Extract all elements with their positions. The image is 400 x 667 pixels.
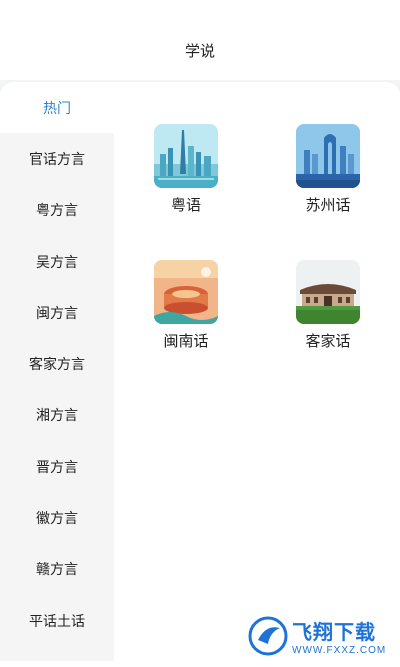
sidebar-item-min[interactable]: 闽方言 bbox=[0, 287, 114, 338]
sidebar-item-hakka[interactable]: 客家方言 bbox=[0, 338, 114, 389]
bottom-edge bbox=[0, 661, 400, 667]
sidebar-item-gan[interactable]: 赣方言 bbox=[0, 544, 114, 595]
sidebar-item-wu[interactable]: 吴方言 bbox=[0, 236, 114, 287]
sidebar-item-hot[interactable]: 热门 bbox=[0, 82, 114, 134]
suzhou-skyline-image bbox=[296, 124, 360, 188]
sidebar-item-xiang[interactable]: 湘方言 bbox=[0, 390, 114, 441]
tulou-illustration-image bbox=[154, 260, 218, 324]
top-bar: 学说 bbox=[0, 0, 400, 80]
watermark-title: 飞翔下载 bbox=[292, 622, 376, 644]
category-sidebar: 热门 官话方言 粤方言 吴方言 闽方言 客家方言 湘方言 晋方言 徽方言 赣方言… bbox=[0, 82, 114, 667]
sidebar-item-pinghua[interactable]: 平话土话 bbox=[0, 595, 114, 646]
dialect-card-label: 客家话 bbox=[305, 333, 351, 350]
page-title: 学说 bbox=[184, 43, 215, 60]
dialect-card-label: 闽南话 bbox=[163, 333, 209, 350]
dialect-card-label: 粤语 bbox=[170, 197, 201, 214]
sidebar-item-mandarin[interactable]: 官话方言 bbox=[0, 133, 114, 184]
sidebar-item-jin[interactable]: 晋方言 bbox=[0, 441, 114, 492]
site-watermark: 飞翔下载 WWW.FXXZ.COM bbox=[248, 612, 398, 660]
dialect-card-label: 苏州话 bbox=[305, 197, 351, 214]
main-panel: 热门 官话方言 粤方言 吴方言 闽方言 客家方言 湘方言 晋方言 徽方言 赣方言… bbox=[0, 82, 400, 667]
watermark-logo-icon bbox=[248, 616, 288, 656]
dialect-card-cantonese[interactable]: 粤语 bbox=[136, 124, 236, 215]
hakka-building-image bbox=[296, 260, 360, 324]
watermark-url: WWW.FXXZ.COM bbox=[292, 645, 387, 656]
sidebar-item-yue[interactable]: 粤方言 bbox=[0, 185, 114, 236]
dialect-card-suzhou[interactable]: 苏州话 bbox=[278, 124, 378, 215]
dialect-card-minnan[interactable]: 闽南话 bbox=[136, 260, 236, 351]
guangzhou-skyline-image bbox=[154, 124, 218, 188]
dialect-card-hakka[interactable]: 客家话 bbox=[278, 260, 378, 351]
sidebar-item-hui[interactable]: 徽方言 bbox=[0, 492, 114, 543]
dialect-grid: 粤语 苏州话 闽南话 客家话 bbox=[114, 82, 400, 667]
